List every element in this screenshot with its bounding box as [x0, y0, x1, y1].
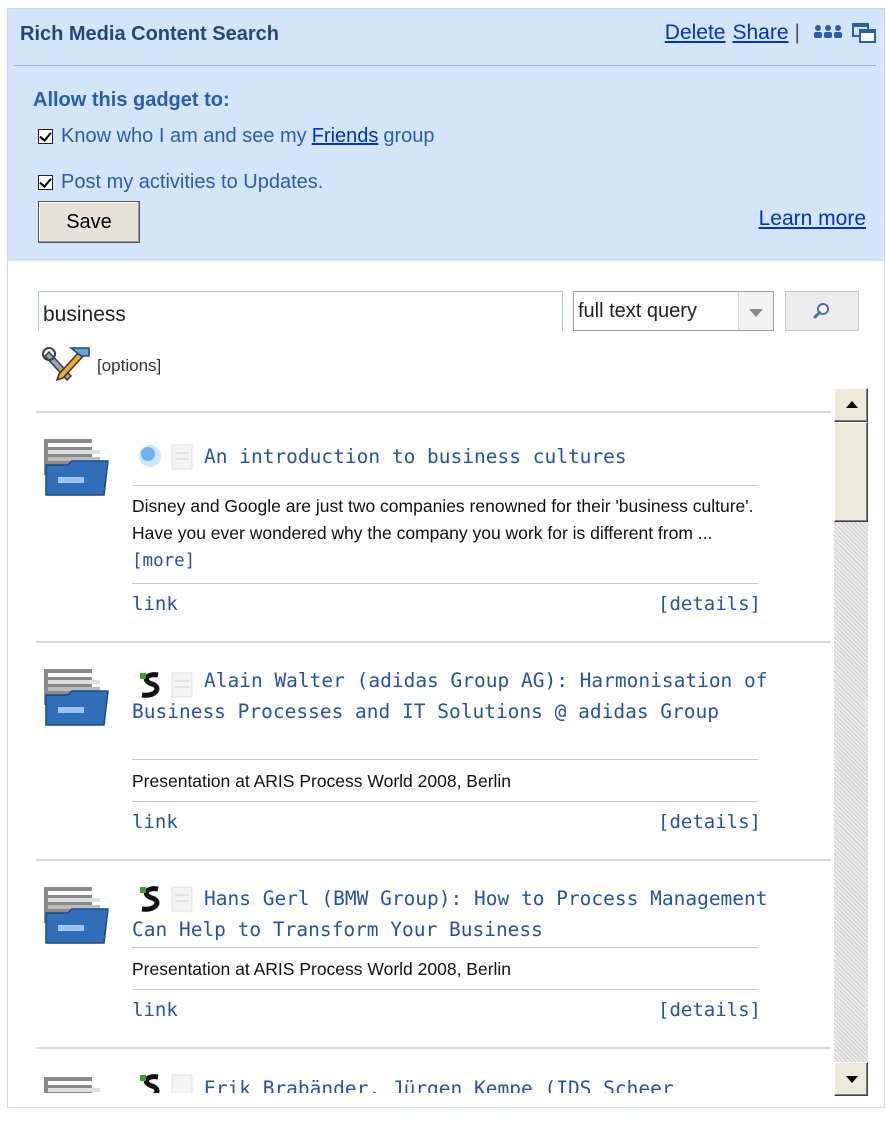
- folder-icon: [44, 887, 109, 944]
- details-link[interactable]: [details]: [658, 593, 761, 615]
- result-title[interactable]: Erik Brabänder, Jürgen Kempe (IDS Scheer: [132, 1073, 772, 1093]
- folder-icon: [44, 669, 109, 726]
- query-mode-value: full text query: [578, 300, 697, 322]
- permission-friends-suffix: group: [383, 125, 435, 147]
- result-divider: [132, 989, 758, 990]
- search-button[interactable]: [785, 291, 859, 331]
- gadget-container: Rich Media Content Search Delete Share |…: [7, 8, 885, 1108]
- options-label: [options]: [97, 356, 162, 375]
- result-divider: [132, 801, 758, 802]
- friends-checkbox[interactable]: [38, 129, 53, 144]
- delete-link[interactable]: Delete: [665, 21, 726, 45]
- friends-link[interactable]: Friends: [312, 125, 379, 148]
- folder-icon: [44, 1077, 100, 1093]
- save-button[interactable]: Save: [38, 201, 140, 243]
- result-separator: [36, 641, 831, 643]
- people-icon[interactable]: [812, 23, 844, 43]
- result-divider: [132, 485, 758, 486]
- result-description: Presentation at ARIS Process World 2008,…: [132, 959, 512, 979]
- results-scrollbar[interactable]: [834, 388, 868, 1096]
- updates-checkbox[interactable]: [38, 175, 53, 190]
- result-divider: [132, 947, 758, 948]
- header-separator: |: [794, 21, 800, 44]
- search-input[interactable]: business: [38, 291, 563, 331]
- gadget-header: Rich Media Content Search Delete Share |…: [8, 8, 884, 261]
- results-list: An introduction to business cultures Dis…: [36, 413, 831, 1093]
- tools-icon: [42, 347, 90, 382]
- result-title[interactable]: An introduction to business cultures: [132, 441, 772, 472]
- scroll-down-button[interactable]: [834, 1062, 868, 1096]
- learn-more-link[interactable]: Learn more: [759, 207, 866, 231]
- folder-icon: [44, 439, 109, 496]
- header-divider: [14, 65, 876, 66]
- result-separator: [36, 859, 831, 861]
- query-mode-select[interactable]: full text query: [573, 291, 774, 331]
- result-title[interactable]: Alain Walter (adidas Group AG): Harmonis…: [132, 665, 772, 727]
- chevron-down-icon[interactable]: [738, 292, 773, 330]
- permissions-heading: Allow this gadget to:: [33, 89, 230, 111]
- permission-friends-text: Know who I am and see my: [61, 125, 307, 147]
- result-link[interactable]: link: [132, 593, 178, 615]
- header-actions: Delete Share |: [665, 21, 876, 45]
- result-description: Disney and Google are just two companies…: [132, 496, 754, 571]
- options-toggle[interactable]: [options]: [41, 346, 161, 386]
- details-link[interactable]: [details]: [658, 811, 761, 833]
- result-separator: [36, 1047, 831, 1049]
- result-title[interactable]: Hans Gerl (BMW Group): How to Process Ma…: [132, 883, 772, 945]
- result-divider: [132, 583, 758, 584]
- permission-updates: Post my activities to Updates.: [38, 171, 323, 194]
- permission-friends: Know who I am and see my Friends group: [38, 125, 435, 148]
- result-link[interactable]: link: [132, 811, 178, 833]
- result-link[interactable]: link: [132, 999, 178, 1021]
- more-link[interactable]: [more]: [132, 551, 195, 571]
- permission-updates-text: Post my activities to Updates.: [61, 171, 324, 193]
- share-link[interactable]: Share: [732, 21, 788, 45]
- details-link[interactable]: [details]: [658, 999, 761, 1021]
- result-description: Presentation at ARIS Process World 2008,…: [132, 771, 512, 791]
- magnifier-icon: [813, 303, 829, 319]
- scroll-up-button[interactable]: [834, 388, 868, 422]
- scroll-thumb[interactable]: [834, 422, 868, 522]
- popout-icon[interactable]: [852, 22, 876, 44]
- gadget-title: Rich Media Content Search: [20, 23, 279, 45]
- result-divider: [132, 759, 758, 760]
